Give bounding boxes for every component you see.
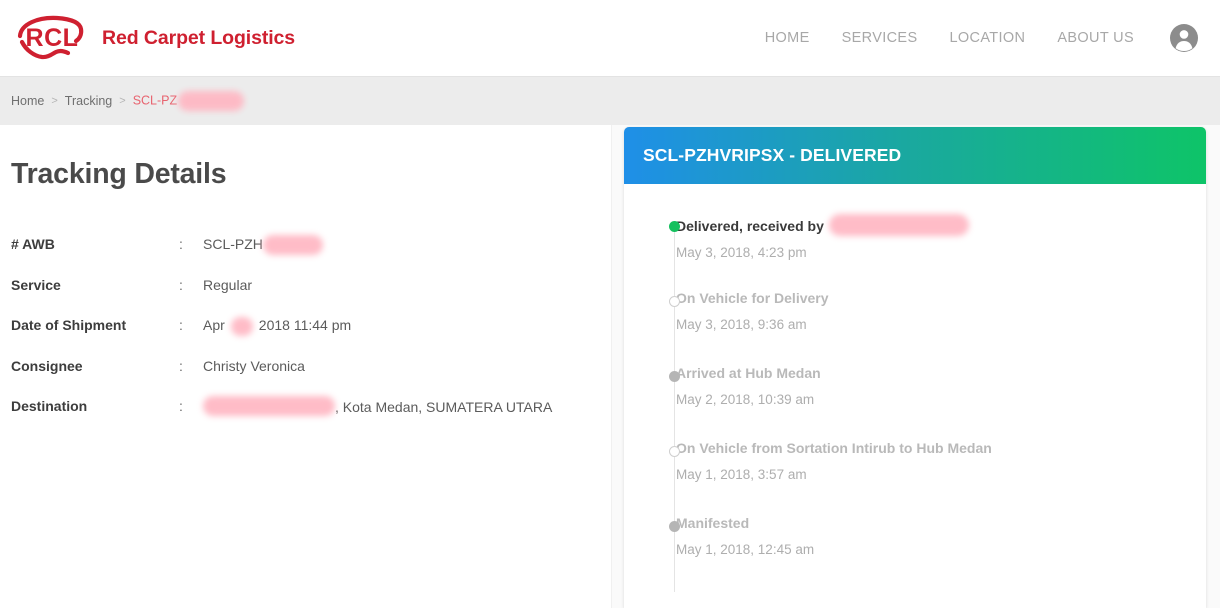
timeline-connector [674,232,675,299]
detail-value-consignee: Christy Veronica [203,358,305,375]
detail-colon: : [179,236,183,252]
tracking-details-table: # AWB : SCL-PZH Service : Regular Date o… [11,234,611,437]
timeline-connector [674,457,675,524]
tracking-details-pane: Tracking Details # AWB : SCL-PZH Service… [0,125,612,608]
timeline-item: On Vehicle for Delivery May 3, 2018, 9:3… [624,289,1206,374]
detail-row-destination: Destination : , Kota Medan, SUMATERA UTA… [11,396,611,437]
tracking-card-title: SCL-PZHVRIPSX - DELIVERED [643,145,902,165]
detail-row-date-of-shipment: Date of Shipment : Apr 2018 11:44 pm [11,315,611,356]
timeline-status: Delivered, received by [676,214,1186,236]
account-circle-icon[interactable] [1169,23,1199,53]
timeline-item: On Vehicle from Sortation Intirub to Hub… [624,439,1206,524]
detail-value-date-of-shipment: Apr 2018 11:44 pm [203,315,611,356]
detail-value-awb-text: SCL-PZH [203,236,263,252]
rcl-logo-icon: RCL [17,15,84,60]
nav-item-about-us[interactable]: ABOUT US [1057,24,1134,52]
timeline-marker-done-icon [669,521,680,532]
page-body: Tracking Details # AWB : SCL-PZH Service… [0,125,1220,608]
detail-value-destination-text: , Kota Medan, SUMATERA UTARA [335,399,553,416]
breadcrumb-item-current: SCL-PZ [132,91,245,111]
breadcrumb-item-home[interactable]: Home [11,94,44,108]
detail-label-awb: # AWB [11,236,55,252]
timeline-timestamp: May 1, 2018, 12:45 am [676,542,815,557]
nav-item-location[interactable]: LOCATION [949,24,1025,52]
timeline-status: On Vehicle from Sortation Intirub to Hub… [676,440,992,456]
timeline-status: Manifested [676,515,750,531]
tracking-timeline: Delivered, received by May 3, 2018, 4:23… [624,214,1206,592]
site-header: RCL Red Carpet Logistics HOME SERVICES L… [0,0,1220,77]
detail-colon: : [179,398,183,415]
detail-label-date-of-shipment: Date of Shipment [11,317,127,334]
redaction-blob [230,317,253,337]
detail-value-date-suffix: 2018 11:44 pm [258,317,352,334]
detail-value-date-prefix: Apr [203,317,225,334]
timeline-connector [674,532,675,592]
breadcrumb-item-tracking[interactable]: Tracking [65,94,112,108]
timeline-marker-pending-icon [669,296,680,307]
breadcrumb-separator: > [51,95,58,107]
timeline-connector [674,307,675,374]
nav-item-home[interactable]: HOME [765,24,810,52]
timeline-item: Delivered, received by May 3, 2018, 4:23… [624,214,1206,299]
redaction-blob [203,396,335,417]
timeline-timestamp: May 3, 2018, 4:23 pm [676,245,807,260]
svg-text:RCL: RCL [26,24,79,52]
detail-row-awb: # AWB : SCL-PZH [11,234,611,275]
tracking-card-body: Delivered, received by May 3, 2018, 4:23… [624,184,1206,608]
brand-name: Red Carpet Logistics [102,26,296,49]
timeline-marker-pending-icon [669,446,680,457]
main-navigation: HOME SERVICES LOCATION ABOUT US [765,0,1220,76]
detail-row-service: Service : Regular [11,275,611,315]
timeline-timestamp: May 1, 2018, 3:57 am [676,467,807,482]
timeline-status: On Vehicle for Delivery [676,290,829,306]
timeline-marker-delivered-icon [669,221,680,232]
timeline-timestamp: May 3, 2018, 9:36 am [676,317,807,332]
nav-item-services[interactable]: SERVICES [842,24,918,52]
detail-colon: : [179,358,183,375]
timeline-marker-done-icon [669,371,680,382]
detail-label-consignee: Consignee [11,358,83,375]
detail-colon: : [179,317,183,334]
breadcrumb-current-text: SCL-PZ [132,93,178,108]
timeline-status: Arrived at Hub Medan [676,365,821,381]
timeline-status-text: Delivered, received by [676,218,824,234]
redaction-blob [828,214,969,236]
detail-value-service: Regular [203,277,253,294]
detail-value-awb: SCL-PZH [203,234,611,275]
redaction-blob [262,235,323,256]
detail-label-service: Service [11,277,61,294]
timeline-connector [674,382,675,449]
page-title: Tracking Details [11,158,227,190]
timeline-timestamp: May 2, 2018, 10:39 am [676,392,815,407]
detail-row-consignee: Consignee : Christy Veronica [11,356,611,396]
breadcrumb-separator: > [119,95,126,107]
timeline-item: Arrived at Hub Medan May 2, 2018, 10:39 … [624,364,1206,449]
detail-value-destination: , Kota Medan, SUMATERA UTARA [203,396,611,437]
brand-logo-link[interactable]: RCL Red Carpet Logistics [12,0,295,76]
tracking-status-card: SCL-PZHVRIPSX - DELIVERED Delivered, rec… [624,127,1206,608]
redaction-blob [178,91,245,111]
detail-label-destination: Destination [11,398,88,415]
tracking-card-header: SCL-PZHVRIPSX - DELIVERED [624,127,1206,184]
breadcrumb: Home > Tracking > SCL-PZ [0,77,1220,125]
timeline-item: Manifested May 1, 2018, 12:45 am [624,514,1206,592]
detail-colon: : [179,277,183,294]
